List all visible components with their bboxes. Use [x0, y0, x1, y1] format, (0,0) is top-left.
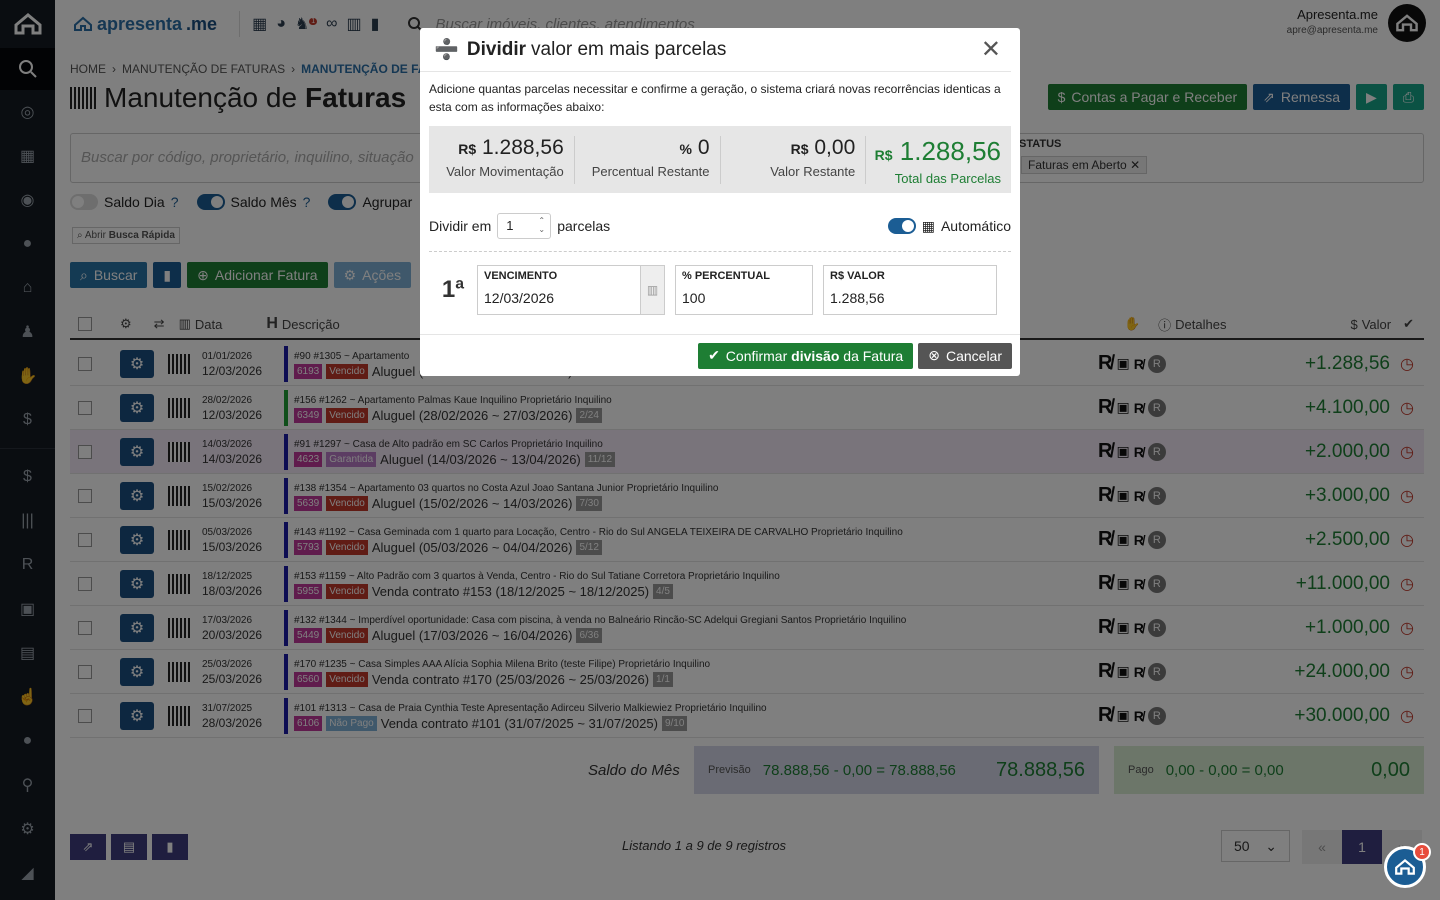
modal-footer: ✔ Confirmar divisão da Fatura ⊗ Cancelar — [420, 334, 1020, 376]
modal-title: valor em mais parcelas — [531, 38, 727, 60]
home-icon — [1395, 858, 1415, 875]
toggle-switch[interactable] — [887, 218, 916, 234]
fab-badge: 1 — [1413, 843, 1431, 861]
summary-percentual-restante: % 0 Percentual Restante — [575, 135, 721, 184]
valor-label: VALOR — [847, 270, 885, 282]
x-circle-icon: ⊗ — [928, 347, 940, 363]
summary-label: Percentual Restante — [591, 163, 710, 179]
summary-value: 1.288,56 — [899, 135, 1001, 166]
vencimento-field[interactable]: VENCIMENTO 12/03/2026 ▥ — [477, 265, 665, 315]
cancel-label: Cancelar — [945, 347, 1002, 364]
parcela-row: 1ª VENCIMENTO 12/03/2026 ▥ % PERCENTUAL 100… — [429, 265, 1011, 315]
summary-label: Total das Parcelas — [894, 170, 1001, 186]
modal-title-bold: Dividir — [466, 38, 527, 60]
currency-prefix: R$ — [790, 140, 809, 157]
percentual-label: PERCENTUAL — [694, 270, 771, 282]
automatico-toggle[interactable]: ▦ Automático — [887, 217, 1011, 235]
summary-value: 1.288,56 — [482, 135, 564, 159]
divider — [429, 251, 1011, 252]
currency-icon: R$ — [830, 270, 845, 282]
dividir-label: Dividir em — [429, 218, 492, 234]
cancel-button[interactable]: ⊗ Cancelar — [918, 342, 1012, 369]
divide-row: Dividir em 1 parcelas ▦ Automático — [429, 213, 1011, 239]
confirm-pre: Confirmar — [725, 347, 788, 364]
calendar-icon[interactable]: ▥ — [640, 266, 664, 314]
summary-value: 0,00 — [814, 135, 856, 159]
parcelas-label: parcelas — [557, 218, 611, 234]
close-icon[interactable]: ✕ — [981, 35, 1001, 64]
percent-prefix: % — [679, 140, 692, 157]
summary-total-parcelas: R$ 1.288,56 Total das Parcelas — [866, 135, 1011, 186]
percent-icon: % — [682, 270, 692, 282]
modal-description: Adicione quantas parcelas necessitar e c… — [429, 82, 1001, 114]
parcela-ordinal: 1ª — [441, 276, 465, 303]
summary-valor-restante: R$ 0,00 Valor Restante — [721, 135, 867, 184]
modal-header: ➗ Dividir valor em mais parcelas ✕ — [420, 28, 1011, 72]
summary-label: Valor Restante — [770, 163, 856, 179]
confirm-bold: divisão — [791, 347, 840, 364]
summary-bar: R$ 1.288,56 Valor Movimentação % 0 Percent… — [429, 126, 1011, 193]
confirm-button[interactable]: ✔ Confirmar divisão da Fatura — [698, 342, 914, 369]
percentual-value: 100 — [682, 290, 706, 306]
percentual-field[interactable]: % PERCENTUAL 100 — [675, 265, 813, 315]
split-modal: ➗ Dividir valor em mais parcelas ✕ Adici… — [420, 28, 1020, 376]
parcelas-input[interactable]: 1 — [497, 213, 552, 239]
vencimento-label: VENCIMENTO — [484, 270, 558, 282]
summary-value: 0 — [697, 135, 710, 159]
valor-field[interactable]: R$ VALOR 1.288,56 — [823, 265, 997, 315]
check-circle-icon: ✔ — [708, 347, 720, 363]
vencimento-value: 12/03/2026 — [484, 290, 555, 306]
summary-label: Valor Movimentação — [446, 163, 564, 179]
split-icon: ➗ — [434, 39, 459, 61]
confirm-post: da Fatura — [843, 347, 904, 364]
currency-prefix: R$ — [458, 140, 477, 157]
valor-value: 1.288,56 — [830, 290, 885, 306]
currency-prefix: R$ — [874, 146, 893, 163]
help-fab[interactable]: 1 — [1384, 843, 1431, 888]
summary-valor-movimentacao: R$ 1.288,56 Valor Movimentação — [429, 135, 575, 184]
automatico-label: Automático — [940, 218, 1011, 234]
calculator-icon: ▦ — [921, 217, 935, 234]
